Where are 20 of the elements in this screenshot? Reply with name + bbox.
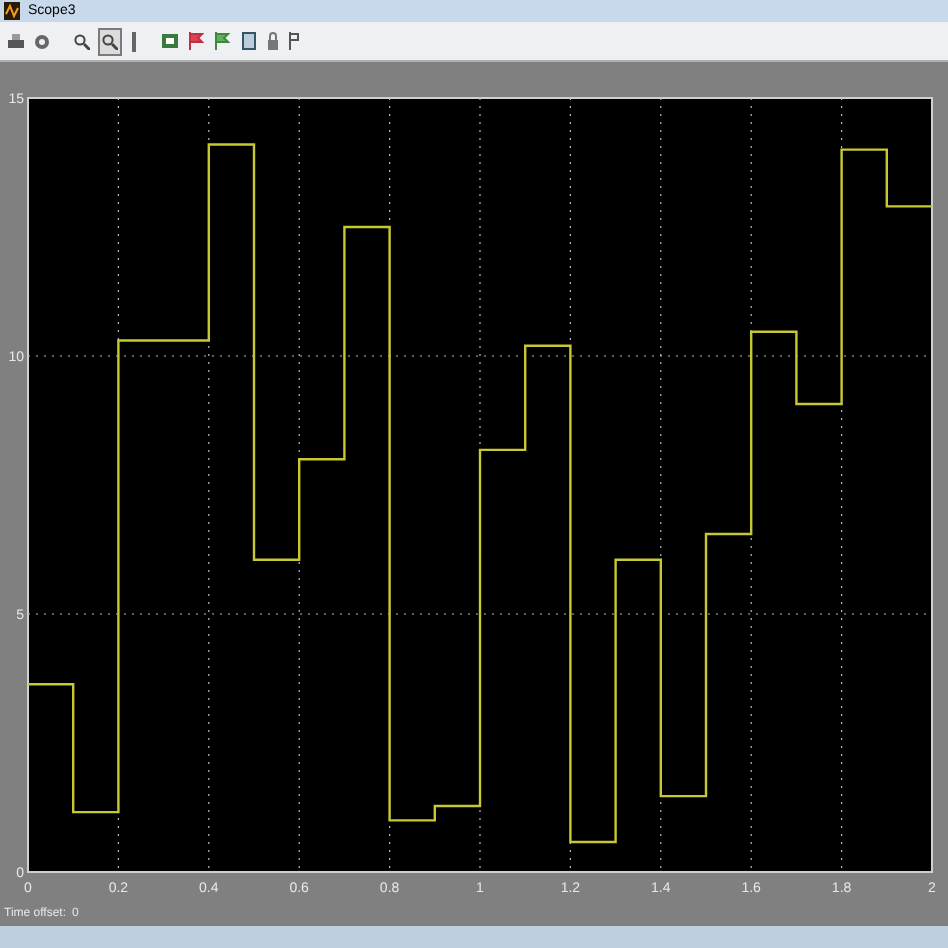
gear-icon xyxy=(34,33,50,49)
save-axes-button[interactable] xyxy=(186,29,206,53)
signal-select-button[interactable] xyxy=(286,29,302,53)
zoom-x-button[interactable] xyxy=(98,27,122,55)
magnifier-icon xyxy=(74,33,90,49)
scope-window-icon xyxy=(4,2,20,20)
printer-icon xyxy=(8,33,24,49)
flag-icon xyxy=(188,32,204,50)
restore-axes-button[interactable] xyxy=(212,29,232,53)
float-button[interactable] xyxy=(238,29,258,53)
zoom-button[interactable] xyxy=(72,29,92,53)
lock-button[interactable] xyxy=(264,29,280,53)
autoscale-button[interactable] xyxy=(160,29,180,53)
parameters-button[interactable] xyxy=(32,29,52,53)
window-icon xyxy=(241,32,255,50)
print-button[interactable] xyxy=(6,29,26,53)
magnifier-icon xyxy=(102,33,118,49)
vertical-bar-icon xyxy=(130,31,138,51)
flag-icon xyxy=(214,32,230,50)
lock-icon xyxy=(267,32,277,50)
